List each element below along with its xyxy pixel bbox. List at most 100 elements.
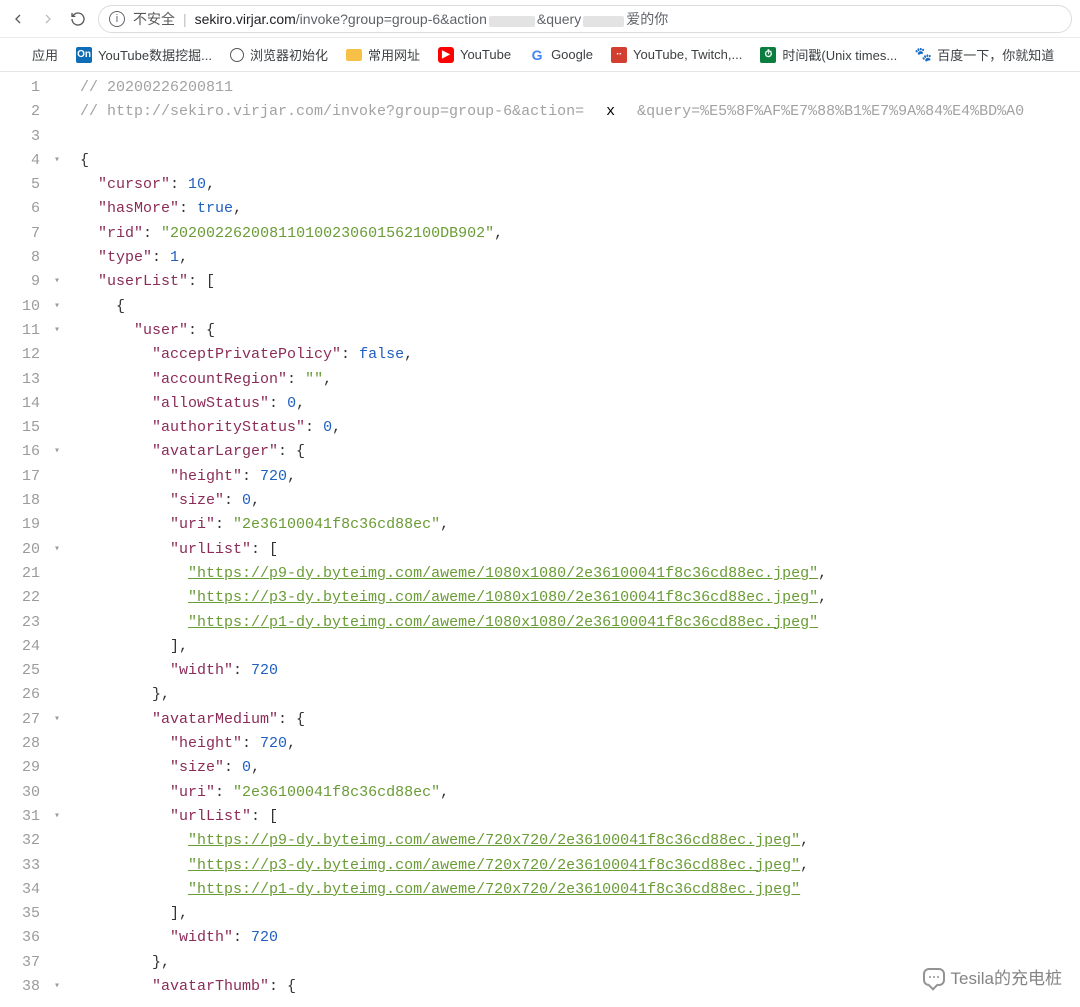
site-icon: ∙∙ — [611, 47, 627, 63]
code-line: }, — [80, 951, 1024, 975]
json-viewer: 1234567891011121314151617181920212223242… — [0, 72, 1080, 999]
code-line: }, — [80, 683, 1024, 707]
line-number: 14 — [0, 392, 46, 416]
code-line: "user": { — [80, 319, 1024, 343]
bookmark-item[interactable]: ▶ YouTube — [438, 47, 511, 63]
reload-button[interactable] — [68, 9, 88, 29]
fold-toggle[interactable]: ▾ — [46, 975, 68, 999]
url-link[interactable]: "https://p9-dy.byteimg.com/aweme/1080x10… — [188, 565, 818, 582]
fold-toggle — [46, 343, 68, 367]
bookmark-item[interactable]: ∙∙ YouTube, Twitch,... — [611, 47, 742, 63]
code-line: "cursor": 10, — [80, 173, 1024, 197]
fold-toggle[interactable]: ▾ — [46, 805, 68, 829]
line-number: 38 — [0, 975, 46, 999]
fold-toggle — [46, 125, 68, 149]
fold-toggle — [46, 246, 68, 270]
apps-icon — [10, 47, 26, 63]
bookmark-item[interactable]: G Google — [529, 47, 593, 63]
line-number: 28 — [0, 732, 46, 756]
bookmark-item[interactable]: 🐾 百度一下，你就知道 — [915, 45, 1054, 64]
code-line: "https://p3-dy.byteimg.com/aweme/1080x10… — [80, 586, 1024, 610]
fold-toggle — [46, 368, 68, 392]
line-number: 24 — [0, 635, 46, 659]
bookmark-label: YouTube数据挖掘... — [98, 45, 212, 64]
bookmark-label: 应用 — [32, 45, 58, 64]
line-number: 36 — [0, 926, 46, 950]
line-number: 27 — [0, 708, 46, 732]
line-number: 26 — [0, 683, 46, 707]
fold-gutter: ▾▾▾▾▾▾▾▾▾ — [46, 72, 68, 999]
line-number: 7 — [0, 222, 46, 246]
code-line: "https://p9-dy.byteimg.com/aweme/1080x10… — [80, 562, 1024, 586]
fold-toggle[interactable]: ▾ — [46, 319, 68, 343]
code-line: "avatarMedium": { — [80, 708, 1024, 732]
fold-toggle — [46, 756, 68, 780]
url-text: sekiro.virjar.com/invoke?group=group-6&a… — [195, 9, 669, 29]
code-line: "userList": [ — [80, 270, 1024, 294]
code-line: "avatarLarger": { — [80, 440, 1024, 464]
fold-toggle — [46, 392, 68, 416]
code-content[interactable]: // 20200226200811 // http://sekiro.virja… — [68, 72, 1024, 999]
fold-toggle — [46, 513, 68, 537]
back-button[interactable] — [8, 9, 28, 29]
baidu-icon: 🐾 — [915, 47, 931, 63]
line-number: 25 — [0, 659, 46, 683]
watermark: Tesila的充电桩 — [923, 964, 1062, 989]
code-line: "uri": "2e36100041f8c36cd88ec", — [80, 513, 1024, 537]
bookmark-item[interactable]: 常用网址 — [346, 45, 420, 64]
address-bar[interactable]: i 不安全 | sekiro.virjar.com/invoke?group=g… — [98, 5, 1072, 33]
url-link[interactable]: "https://p1-dy.byteimg.com/aweme/1080x10… — [188, 614, 818, 631]
bookmark-label: 浏览器初始化 — [250, 45, 328, 64]
code-line — [80, 125, 1024, 149]
line-number: 1 — [0, 76, 46, 100]
bookmark-item[interactable]: 浏览器初始化 — [230, 45, 328, 64]
fold-toggle — [46, 732, 68, 756]
url-link[interactable]: "https://p9-dy.byteimg.com/aweme/720x720… — [188, 832, 800, 849]
fold-toggle[interactable]: ▾ — [46, 538, 68, 562]
bookmark-label: YouTube, Twitch,... — [633, 47, 742, 62]
fold-toggle — [46, 683, 68, 707]
fold-toggle — [46, 854, 68, 878]
code-line: "https://p1-dy.byteimg.com/aweme/1080x10… — [80, 611, 1024, 635]
redacted-text: x — [583, 16, 624, 27]
wechat-icon — [923, 968, 945, 986]
bookmark-label: YouTube — [460, 47, 511, 62]
folder-icon — [346, 49, 362, 61]
fold-toggle[interactable]: ▾ — [46, 149, 68, 173]
fold-toggle[interactable]: ▾ — [46, 708, 68, 732]
code-line: // 20200226200811 — [80, 76, 1024, 100]
fold-toggle — [46, 173, 68, 197]
code-line: "allowStatus": 0, — [80, 392, 1024, 416]
code-line: "accountRegion": "", — [80, 368, 1024, 392]
browser-toolbar: i 不安全 | sekiro.virjar.com/invoke?group=g… — [0, 0, 1080, 38]
code-line: "acceptPrivatePolicy": false, — [80, 343, 1024, 367]
code-line: "urlList": [ — [80, 538, 1024, 562]
bookmark-item[interactable]: ⏱ 时间戳(Unix times... — [760, 45, 897, 64]
fold-toggle — [46, 76, 68, 100]
line-number: 34 — [0, 878, 46, 902]
fold-toggle — [46, 611, 68, 635]
globe-icon — [230, 48, 244, 62]
fold-toggle[interactable]: ▾ — [46, 295, 68, 319]
url-link[interactable]: "https://p3-dy.byteimg.com/aweme/1080x10… — [188, 589, 818, 606]
url-link[interactable]: "https://p3-dy.byteimg.com/aweme/720x720… — [188, 857, 800, 874]
fold-toggle[interactable]: ▾ — [46, 270, 68, 294]
fold-toggle — [46, 222, 68, 246]
fold-toggle — [46, 659, 68, 683]
fold-toggle[interactable]: ▾ — [46, 440, 68, 464]
line-number: 33 — [0, 854, 46, 878]
code-line: "width": 720 — [80, 926, 1024, 950]
line-number: 4 — [0, 149, 46, 173]
fold-toggle — [46, 586, 68, 610]
watermark-text: Tesila的充电桩 — [951, 964, 1062, 989]
code-line: "https://p1-dy.byteimg.com/aweme/720x720… — [80, 878, 1024, 902]
fold-toggle — [46, 465, 68, 489]
forward-button[interactable] — [38, 9, 58, 29]
code-line: "urlList": [ — [80, 805, 1024, 829]
separator: | — [183, 11, 187, 27]
fold-toggle — [46, 100, 68, 124]
apps-shortcut[interactable]: 应用 — [10, 45, 58, 64]
security-label: 不安全 — [133, 9, 175, 29]
bookmark-item[interactable]: On YouTube数据挖掘... — [76, 45, 212, 64]
url-link[interactable]: "https://p1-dy.byteimg.com/aweme/720x720… — [188, 881, 800, 898]
